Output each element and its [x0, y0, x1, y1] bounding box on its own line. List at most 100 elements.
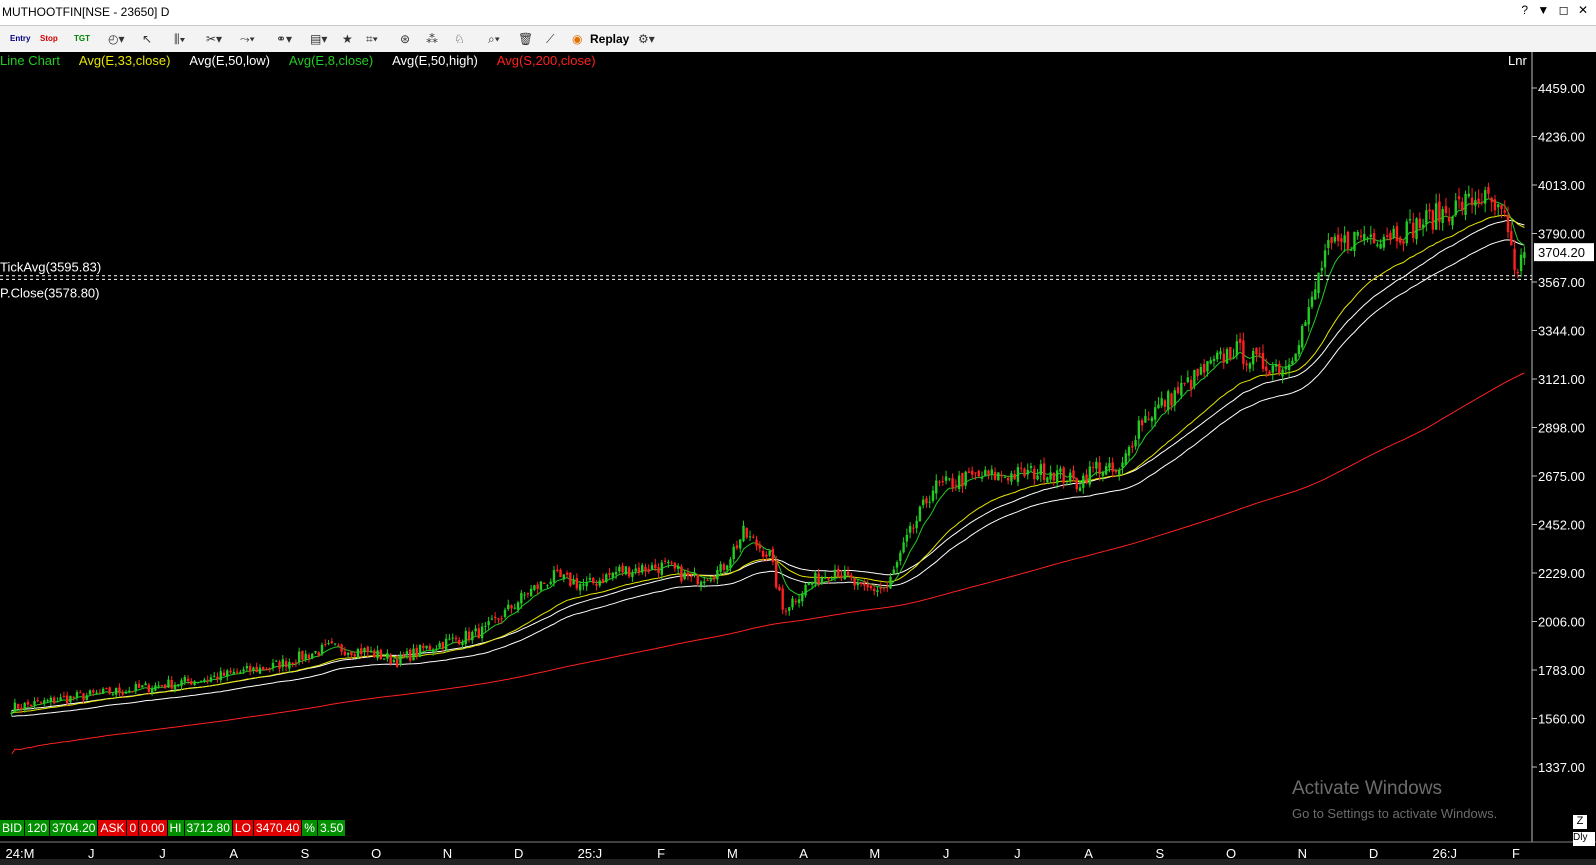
candle-body: [1477, 198, 1480, 204]
legend-ema50-high[interactable]: Avg(E,50,high): [392, 53, 478, 68]
search-icon[interactable]: ⌕▾: [488, 29, 500, 49]
candle-body: [1157, 404, 1160, 409]
candle-body: [49, 697, 53, 702]
candle-body: [95, 692, 98, 694]
x-tick-label: F: [1512, 846, 1520, 859]
candle-body: [170, 679, 173, 689]
template-icon[interactable]: ▤▾: [310, 29, 327, 49]
candle-body: [1415, 218, 1418, 240]
candle-body: [262, 667, 265, 670]
period-icon[interactable]: Dly: [1573, 832, 1595, 846]
candle-body: [631, 572, 634, 578]
candle-body: [108, 687, 111, 694]
settings-icon[interactable]: ⚙▾: [638, 29, 655, 49]
candle-body: [637, 567, 641, 574]
candle-body: [1134, 439, 1137, 447]
target-button[interactable]: TGT: [74, 29, 90, 49]
link-icon[interactable]: ⚭▾: [276, 29, 292, 49]
restore-icon[interactable]: ◻: [1559, 3, 1569, 17]
candle-body: [1245, 363, 1248, 366]
legend-ema33[interactable]: Avg(E,33,close): [79, 53, 171, 68]
y-tick-label: 3344.00: [1538, 324, 1585, 339]
candle-body: [1013, 474, 1016, 480]
close-icon[interactable]: ✕: [1578, 3, 1588, 17]
candle-body: [199, 680, 203, 682]
dropdown-icon[interactable]: ▼: [1537, 3, 1549, 17]
candle-body: [866, 583, 869, 588]
candle-body: [912, 527, 915, 529]
candle-body: [1444, 206, 1448, 213]
candle-body: [791, 598, 794, 608]
candle-body: [673, 562, 677, 569]
replay-button[interactable]: Replay: [590, 29, 629, 49]
legend-chart-type[interactable]: Line Chart: [0, 53, 60, 68]
candle-body: [128, 690, 131, 693]
x-tick-label: N: [443, 846, 452, 859]
candle-body: [1196, 368, 1199, 377]
legend-ema8[interactable]: Avg(E,8,close): [289, 53, 373, 68]
candle-body: [1039, 464, 1043, 475]
candle-body: [141, 685, 144, 688]
candle-body: [1519, 254, 1523, 272]
candle-body: [294, 662, 298, 664]
candle-body: [1320, 267, 1323, 271]
scale-mode-label[interactable]: Lnr: [1508, 53, 1527, 68]
scale-icon[interactable]: ⁂: [426, 29, 438, 49]
candle-body: [908, 525, 912, 533]
candle-body: [660, 562, 664, 575]
indicator-icon[interactable]: ⌗▾: [366, 29, 378, 49]
candle-body: [948, 478, 951, 480]
candle-body: [366, 646, 369, 653]
candle-body: [399, 654, 402, 665]
favorite-icon[interactable]: ★: [342, 29, 353, 49]
candle-body: [1085, 474, 1088, 484]
candle-body: [1356, 232, 1359, 236]
line-chart-icon[interactable]: ⟋: [546, 29, 554, 49]
candle-body: [549, 581, 552, 585]
candle-body: [853, 578, 856, 586]
zoom-icon[interactable]: Z: [1573, 815, 1587, 829]
cursor-icon[interactable]: ↖: [142, 29, 152, 49]
legend-sma200[interactable]: Avg(S,200,close): [497, 53, 596, 68]
candle-body: [1183, 382, 1186, 384]
scanner-icon[interactable]: ⊛: [400, 29, 410, 49]
candle-body: [474, 628, 477, 632]
candle-body: [232, 671, 236, 674]
candle-body: [222, 672, 226, 676]
candle-body: [1363, 233, 1366, 241]
legend-ema50-low[interactable]: Avg(E,50,low): [189, 53, 270, 68]
candle-body: [275, 660, 278, 662]
replay-icon[interactable]: ◉: [572, 29, 582, 49]
bars-icon[interactable]: ⫼▾: [174, 29, 185, 49]
candle-body: [311, 653, 314, 659]
crosshair-icon[interactable]: ✂▾: [206, 29, 222, 49]
help-icon[interactable]: ?: [1521, 3, 1528, 17]
candle-body: [43, 700, 46, 704]
candle-body: [209, 677, 213, 682]
draw-icon[interactable]: ⤳▾: [240, 29, 255, 49]
y-tick-label: 2675.00: [1538, 469, 1585, 484]
candle-body: [46, 700, 49, 702]
candle-body: [856, 582, 860, 586]
candle-body: [1470, 197, 1474, 206]
stop-button[interactable]: Stop: [40, 29, 58, 49]
entry-button[interactable]: Entry: [10, 29, 30, 49]
price-chart[interactable]: TickAvg(3595.83) P.Close(3578.80) 4459.00…: [0, 52, 1596, 859]
candle-body: [1072, 470, 1075, 479]
candle-body: [1487, 187, 1490, 194]
candle-body: [69, 695, 72, 703]
candle-body: [183, 676, 186, 682]
candle-body: [480, 626, 484, 639]
alert-icon[interactable]: ♘: [454, 29, 465, 49]
candle-body: [778, 586, 781, 591]
candle-body: [444, 638, 448, 651]
candle-body: [634, 568, 637, 572]
candle-body: [88, 690, 92, 695]
candle-body: [213, 675, 216, 677]
ask-price: 0.00: [139, 820, 167, 836]
clock-icon[interactable]: ◴▾: [108, 29, 125, 49]
candle-body: [330, 641, 334, 644]
candle-body: [611, 572, 615, 578]
pct-value: 3.50: [317, 820, 346, 836]
delete-icon[interactable]: 🗑: [518, 29, 533, 49]
